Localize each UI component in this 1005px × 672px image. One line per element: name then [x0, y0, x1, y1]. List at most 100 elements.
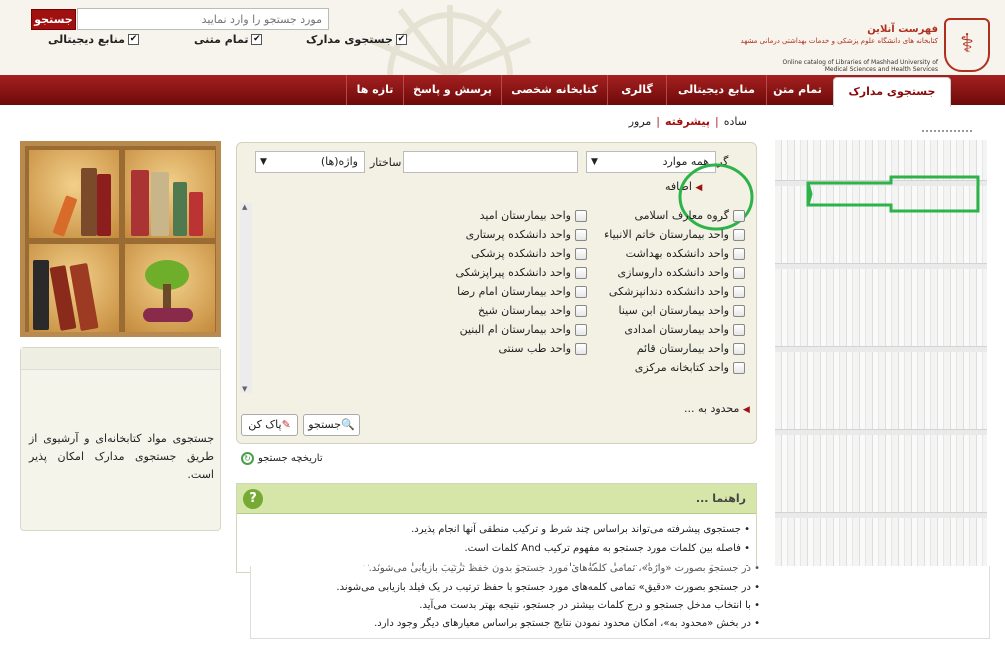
- tab-document-search[interactable]: جستجوی مدارک: [833, 77, 951, 107]
- bookcase-cell: [125, 244, 215, 332]
- unit-option-checkbox[interactable]: واحد بیمارستان امید: [480, 209, 587, 222]
- unit-option-checkbox[interactable]: واحد دانشکده دندانپزشکی: [609, 285, 745, 298]
- checkbox-box[interactable]: [733, 342, 745, 355]
- mode-browse-link[interactable]: مرور: [629, 115, 652, 128]
- unit-option-checkbox[interactable]: واحد دانشکده بهداشت: [626, 247, 745, 260]
- unit-option-checkbox[interactable]: گروه معارف اسلامی: [634, 209, 745, 222]
- header-search-input[interactable]: [77, 8, 329, 30]
- unit-option-checkbox[interactable]: واحد طب سنتی: [498, 342, 587, 355]
- checkbox-box[interactable]: [575, 247, 587, 260]
- bookcase-cell: [125, 150, 215, 238]
- shelf-divider: [775, 429, 987, 435]
- option-label: واحد دانشکده پزشکی: [471, 247, 571, 260]
- options-scrollbar[interactable]: ▲ ▼: [240, 203, 252, 393]
- question-icon[interactable]: ?: [243, 489, 263, 509]
- option-label: گروه معارف اسلامی: [634, 209, 729, 222]
- checkbox-box[interactable]: [733, 266, 745, 279]
- option-label: واحد بیمارستان امید: [479, 209, 571, 222]
- option-label: واحد دانشکده بهداشت: [625, 247, 729, 260]
- checkbox-box[interactable]: [575, 266, 587, 279]
- unit-option-checkbox[interactable]: واحد بیمارستان شیخ: [478, 304, 587, 317]
- unit-option-checkbox[interactable]: واحد کتابخانه مرکزی: [635, 361, 745, 374]
- option-label: واحد بیمارستان ام البنین: [459, 323, 571, 336]
- help-line: • جستجوی پیشرفته می‌تواند براساس چند شرط…: [411, 524, 750, 535]
- unit-option-checkbox[interactable]: واحد بیمارستان ام البنین: [460, 323, 587, 336]
- header-search-button[interactable]: جستجو: [31, 9, 76, 30]
- bookcase-cell: [29, 244, 119, 332]
- words-select[interactable]: واژه(ها) ▼: [255, 151, 365, 173]
- mode-simple-link[interactable]: ساده: [724, 115, 747, 128]
- checkbox-box[interactable]: [575, 285, 587, 298]
- university-logo: ⚕ فهرست آنلاین کتابخانه های دانشگاه علوم…: [741, 12, 990, 73]
- search-button-label: جستجو: [308, 418, 341, 431]
- unit-option-checkbox[interactable]: واحد بیمارستان امدادی: [624, 323, 745, 336]
- option-label: واحد کتابخانه مرکزی: [634, 361, 729, 374]
- option-label: واحد طب سنتی: [498, 342, 571, 355]
- checkbox-document-search[interactable]: ✔ جستجوی مدارک: [306, 33, 407, 46]
- option-label: واحد دانشکده داروسازی: [617, 266, 729, 279]
- tab-personal-library[interactable]: کتابخانه شخصی: [501, 75, 607, 105]
- checkbox-box[interactable]: [733, 361, 745, 374]
- tab-news[interactable]: تازه ها: [346, 75, 403, 105]
- checkbox-box[interactable]: [733, 247, 745, 260]
- help-line: • در جستجو بصورت «واژه»، تمامی کلمه‌های …: [368, 563, 760, 574]
- limit-to-link[interactable]: ◀ محدود به ...: [684, 402, 750, 415]
- checkbox-box[interactable]: [575, 323, 587, 336]
- checkbox-box[interactable]: [733, 285, 745, 298]
- option-label: واحد بیمارستان خاتم الانبیاء: [604, 228, 729, 241]
- tab-fulltext[interactable]: تمام متن: [766, 75, 828, 105]
- unit-option-checkbox[interactable]: واحد بیمارستان امام رضا: [457, 285, 587, 298]
- unit-option-checkbox[interactable]: واحد بیمارستان ابن سینا: [618, 304, 745, 317]
- checkbox-label: منابع دیجیتالی: [48, 33, 125, 46]
- checkbox-fulltext[interactable]: ✔ تمام متنی: [194, 33, 263, 46]
- help-title: راهنما ...: [237, 484, 756, 514]
- search-history-link[interactable]: ↻ تاریخچه جستجو: [241, 452, 323, 465]
- clear-button[interactable]: ✎پاک کن: [241, 414, 298, 436]
- unit-option-checkbox[interactable]: واحد دانشکده پزشکی: [471, 247, 587, 260]
- checkbox-box[interactable]: [733, 228, 745, 241]
- option-label: واحد دانشکده پرستاری: [465, 228, 571, 241]
- checkbox-box[interactable]: ✔: [395, 34, 407, 45]
- unit-option-checkbox[interactable]: واحد دانشکده پرستاری: [466, 228, 587, 241]
- select-value: واژه(ها): [320, 155, 358, 168]
- checkbox-box[interactable]: [733, 209, 745, 222]
- tab-qa[interactable]: پرسش و پاسخ: [403, 75, 501, 105]
- unit-option-checkbox[interactable]: واحد بیمارستان خاتم الانبیاء: [604, 228, 745, 241]
- side-panel-header: [21, 348, 220, 370]
- tab-gallery[interactable]: گالری: [607, 75, 666, 105]
- structure-input[interactable]: [403, 151, 578, 173]
- tab-digital-resources[interactable]: منابع دیجیتالی: [666, 75, 766, 105]
- emblem-icon: ⚕: [944, 18, 990, 72]
- unit-option-checkbox[interactable]: واحد دانشکده پیراپزشکی: [456, 266, 587, 279]
- bookcase-cell: [29, 150, 119, 238]
- option-label: واحد دانشکده دندانپزشکی: [608, 285, 729, 298]
- checkbox-box[interactable]: [575, 342, 587, 355]
- help-line: • فاصله بین کلمات مورد جستجو به مفهوم تر…: [464, 543, 750, 554]
- logo-english: Online catalog of Libraries of Mashhad U…: [782, 59, 938, 73]
- scroll-down-icon[interactable]: ▼: [242, 385, 247, 393]
- checkbox-box[interactable]: [575, 304, 587, 317]
- checkbox-digital-resources[interactable]: ✔ منابع دیجیتالی: [48, 33, 139, 46]
- option-label: واحد بیمارستان شیخ: [478, 304, 571, 317]
- checkbox-box[interactable]: ✔: [127, 34, 139, 45]
- eraser-icon: ✎: [281, 418, 291, 431]
- checkbox-label: جستجوی مدارک: [306, 33, 393, 46]
- checkbox-box[interactable]: [733, 304, 745, 317]
- checkbox-box[interactable]: [575, 209, 587, 222]
- checkbox-box[interactable]: [733, 323, 745, 336]
- checkbox-box[interactable]: ✔: [251, 34, 263, 45]
- clear-button-label: پاک کن: [248, 418, 282, 431]
- main-nav: جستجوی مدارک تمام متن منابع دیجیتالی گال…: [0, 75, 1005, 107]
- bookcase-image: [20, 141, 221, 337]
- logo-title: فهرست آنلاین: [867, 24, 938, 35]
- unit-option-checkbox[interactable]: واحد دانشکده داروسازی: [618, 266, 745, 279]
- form-search-button[interactable]: 🔍جستجو: [303, 414, 360, 436]
- unit-option-checkbox[interactable]: واحد بیمارستان قائم: [637, 342, 745, 355]
- checkbox-box[interactable]: [575, 228, 587, 241]
- dotted-divider: [922, 130, 972, 132]
- mode-advanced-link[interactable]: پیشرفته: [665, 115, 710, 128]
- option-label: واحد بیمارستان ابن سینا: [618, 304, 730, 317]
- triangle-icon: ◀: [742, 405, 750, 415]
- structure-label: ساختار: [370, 156, 402, 169]
- scroll-up-icon[interactable]: ▲: [242, 203, 247, 211]
